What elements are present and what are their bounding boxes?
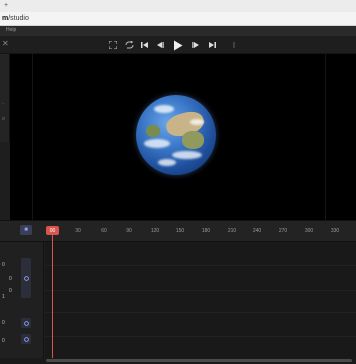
safe-area-guide xyxy=(32,54,33,220)
cloud-shape xyxy=(190,119,204,125)
timeline-tick: 120 xyxy=(150,228,160,234)
more-icon[interactable] xyxy=(230,39,238,51)
address-bar[interactable]: m/studio xyxy=(0,12,356,26)
timeline-tick: 210 xyxy=(227,228,237,234)
timeline-tick: 180 xyxy=(201,228,211,234)
timeline-tick: 60 xyxy=(101,228,107,234)
studio-window: + m/studio Help ✕ .. o ■ 00 30 60 90 120… xyxy=(0,0,356,364)
cloud-shape xyxy=(172,151,202,159)
track-divider xyxy=(45,290,356,291)
track-value[interactable]: 1 xyxy=(2,294,5,300)
step-forward-icon[interactable] xyxy=(191,39,201,51)
timeline-tick: 300 xyxy=(304,228,314,234)
track-value[interactable]: 0 xyxy=(2,262,5,268)
skip-start-icon[interactable] xyxy=(140,39,150,51)
side-panel-mark: .. xyxy=(2,100,5,106)
properties-panel: .. o xyxy=(0,54,10,142)
camera-icon[interactable]: ■ xyxy=(20,225,32,235)
playback-toolbar: ✕ xyxy=(0,36,356,54)
cloud-shape xyxy=(154,105,174,113)
close-icon[interactable]: ✕ xyxy=(2,39,10,49)
loop-icon[interactable] xyxy=(124,39,134,51)
timeline-tick: 30 xyxy=(75,228,81,234)
timeline-scrollbar[interactable] xyxy=(0,358,356,364)
menu-help[interactable]: Help xyxy=(6,27,16,33)
play-icon[interactable] xyxy=(172,39,184,51)
track-divider xyxy=(45,312,356,313)
timeline-tick: 150 xyxy=(175,228,185,234)
add-keyframe-button[interactable] xyxy=(21,258,31,298)
cloud-shape xyxy=(144,139,170,148)
continent-shape xyxy=(146,125,160,137)
safe-area-guide xyxy=(325,54,326,220)
playhead[interactable] xyxy=(52,235,53,358)
new-tab-icon[interactable]: + xyxy=(4,2,8,9)
track-divider xyxy=(45,336,356,337)
scrollbar-thumb[interactable] xyxy=(46,359,352,362)
url-text[interactable]: m/studio xyxy=(2,15,29,22)
timeline-tick: 90 xyxy=(126,228,132,234)
step-back-icon[interactable] xyxy=(155,39,165,51)
timeline-tick: 240 xyxy=(252,228,262,234)
continent-shape xyxy=(182,131,204,149)
fullscreen-icon[interactable] xyxy=(108,39,118,51)
add-keyframe-button[interactable] xyxy=(21,334,31,344)
side-panel-mark: o xyxy=(2,116,5,122)
app-menu-bar: Help xyxy=(0,26,356,36)
playhead-frame-label[interactable]: 00 xyxy=(46,226,59,235)
skip-end-icon[interactable] xyxy=(207,39,217,51)
url-path: /studio xyxy=(8,15,29,22)
earth-globe xyxy=(136,95,216,175)
browser-tab-strip: + xyxy=(0,0,356,12)
track-value[interactable]: 0 xyxy=(2,338,5,344)
timeline-tick: 330 xyxy=(330,228,340,234)
track-value[interactable]: 0 xyxy=(9,276,12,282)
timeline-tick: 270 xyxy=(278,228,288,234)
track-value[interactable]: 0 xyxy=(2,320,5,326)
track-divider xyxy=(45,265,356,266)
track-value[interactable]: 0 xyxy=(9,288,12,294)
add-keyframe-button[interactable] xyxy=(21,318,31,328)
keyframe-track-area[interactable] xyxy=(45,242,356,358)
cloud-shape xyxy=(158,159,176,166)
